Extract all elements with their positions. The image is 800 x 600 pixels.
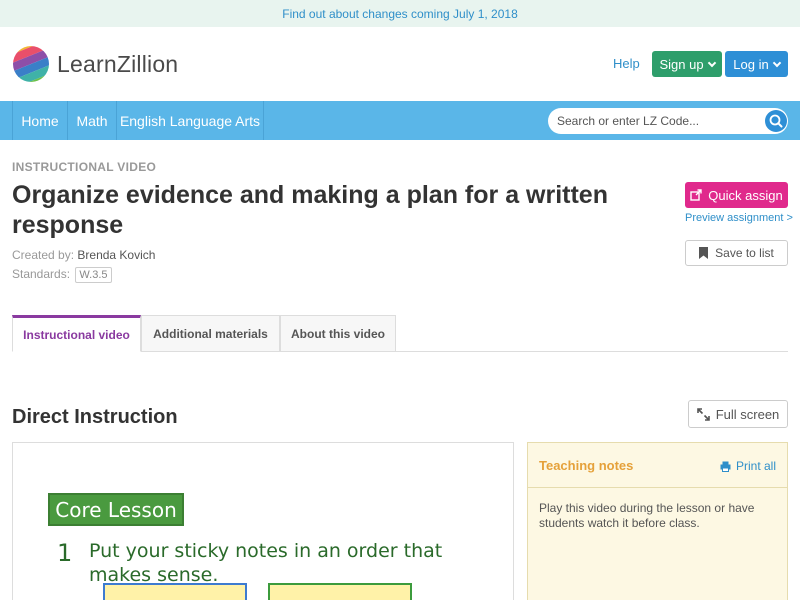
print-all-button[interactable]: Print all bbox=[720, 459, 776, 473]
log-in-label: Log in bbox=[733, 56, 769, 72]
tab-label: Instructional video bbox=[23, 327, 130, 342]
standard-badge[interactable]: W.3.5 bbox=[75, 267, 112, 283]
search-box bbox=[548, 108, 788, 134]
tab-instructional-video[interactable]: Instructional video bbox=[12, 315, 141, 352]
lesson-step-text: Put your sticky notes in an order that m… bbox=[89, 540, 443, 586]
logo[interactable]: LearnZillion bbox=[12, 45, 178, 83]
full-screen-label: Full screen bbox=[715, 406, 780, 422]
nav-item-label: Math bbox=[76, 112, 108, 129]
sticky-note-green bbox=[268, 583, 412, 600]
search-icon bbox=[769, 114, 783, 128]
bookmark-icon bbox=[699, 247, 709, 259]
full-screen-button[interactable]: Full screen bbox=[688, 400, 788, 428]
teaching-notes-panel: Teaching notes Print all Play this video… bbox=[527, 442, 788, 600]
section-title: Direct Instruction bbox=[12, 406, 178, 428]
lesson-step-number: 1 bbox=[57, 539, 73, 567]
main-nav: Home Math English Language Arts bbox=[0, 101, 800, 140]
search-input[interactable] bbox=[557, 108, 757, 134]
print-all-label: Print all bbox=[736, 459, 777, 473]
tab-label: About this video bbox=[291, 326, 385, 341]
expand-icon bbox=[696, 407, 710, 421]
log-in-button[interactable]: Log in bbox=[725, 51, 788, 77]
chevron-down-icon bbox=[772, 58, 781, 67]
page-title: Organize evidence and making a plan for … bbox=[12, 181, 608, 239]
tab-about-this-video[interactable]: About this video bbox=[280, 315, 396, 352]
sign-up-button[interactable]: Sign up bbox=[652, 51, 722, 77]
announcement-banner: Find out about changes coming July 1, 20… bbox=[0, 0, 800, 27]
quick-assign-label: Quick assign bbox=[708, 187, 783, 203]
save-to-list-button[interactable]: Save to list bbox=[685, 240, 788, 266]
printer-icon bbox=[720, 461, 731, 472]
quick-assign-button[interactable]: Quick assign bbox=[685, 182, 788, 208]
save-to-list-label: Save to list bbox=[715, 246, 774, 260]
core-lesson-badge: Core Lesson bbox=[48, 493, 184, 526]
standards-row: Standards: W.3.5 bbox=[12, 267, 112, 283]
nav-item-label: English Language Arts bbox=[119, 112, 261, 129]
preview-assignment-link[interactable]: Preview assignment > bbox=[685, 212, 793, 224]
logo-text: LearnZillion bbox=[57, 50, 179, 77]
video-player[interactable]: Core Lesson 1 Put your sticky notes in a… bbox=[12, 442, 514, 600]
help-link[interactable]: Help bbox=[613, 56, 640, 71]
nav-item-english-language-arts[interactable]: English Language Arts bbox=[117, 101, 264, 140]
teaching-notes-text: Play this video during the lesson or hav… bbox=[539, 501, 755, 530]
chevron-down-icon bbox=[707, 58, 716, 67]
teaching-notes-title: Teaching notes bbox=[539, 458, 634, 473]
sticky-note-blue bbox=[103, 583, 247, 600]
created-by-row: Created by: Brenda Kovich bbox=[12, 248, 155, 262]
site-header: LearnZillion Help Sign up Log in bbox=[0, 27, 800, 101]
content-type-label: INSTRUCTIONAL VIDEO bbox=[12, 160, 157, 174]
created-by-label: Created by: bbox=[12, 248, 75, 262]
nav-item-home[interactable]: Home bbox=[12, 101, 68, 140]
share-icon bbox=[690, 189, 702, 201]
tab-label: Additional materials bbox=[153, 326, 268, 341]
teaching-notes-header: Teaching notes Print all bbox=[528, 443, 787, 488]
logo-mark-icon bbox=[13, 46, 49, 82]
tab-additional-materials[interactable]: Additional materials bbox=[141, 315, 280, 352]
author-link[interactable]: Brenda Kovich bbox=[77, 248, 155, 262]
announcement-link[interactable]: Find out about changes coming July 1, 20… bbox=[282, 7, 518, 21]
sign-up-label: Sign up bbox=[659, 56, 704, 72]
nav-item-math[interactable]: Math bbox=[68, 101, 117, 140]
nav-item-label: Home bbox=[21, 112, 59, 129]
search-button[interactable] bbox=[765, 110, 787, 132]
standards-label: Standards: bbox=[12, 267, 71, 281]
